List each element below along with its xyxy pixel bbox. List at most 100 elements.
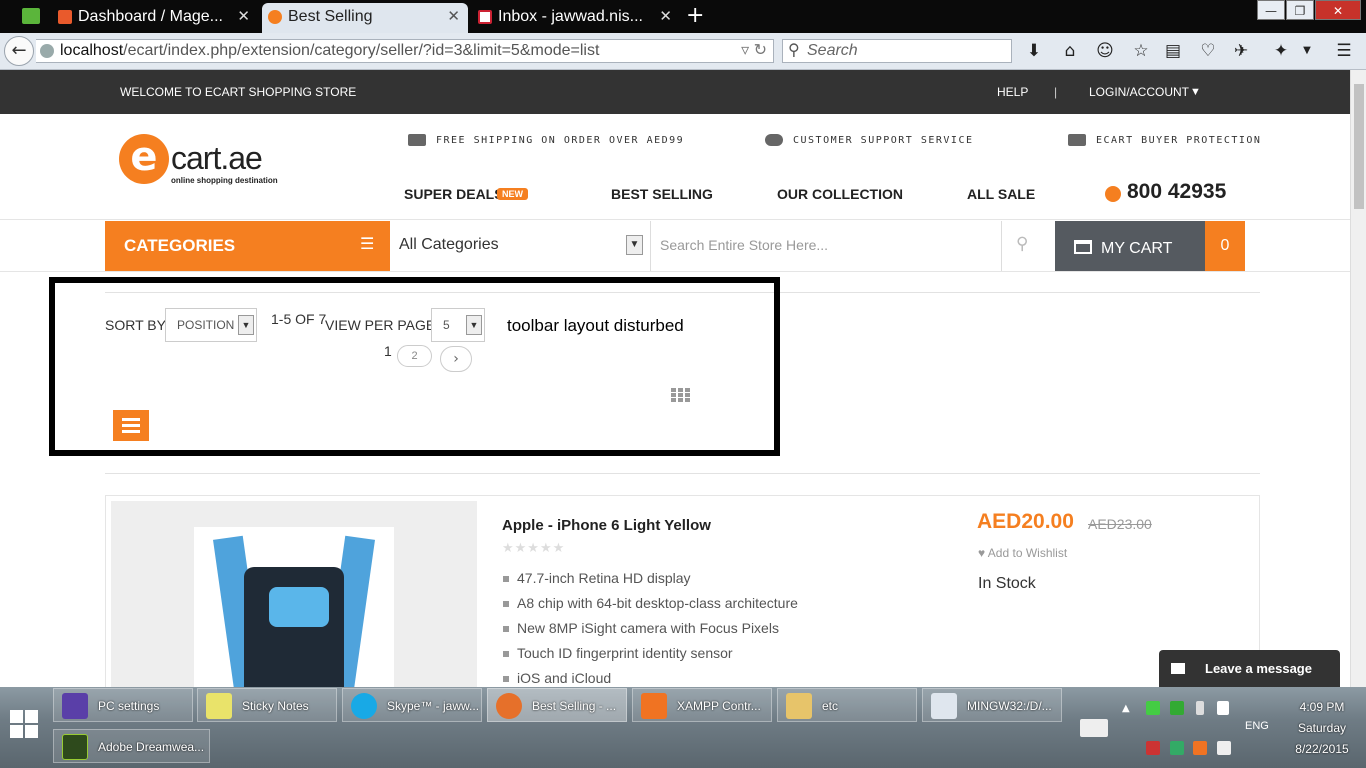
chevron-down-icon[interactable]: ▼ bbox=[1296, 40, 1318, 62]
minimize-button[interactable]: — bbox=[1257, 0, 1285, 20]
mute-icon[interactable] bbox=[1146, 741, 1160, 755]
taskbar-xampp[interactable]: XAMPP Contr... bbox=[632, 688, 772, 722]
help-link[interactable]: HELP bbox=[997, 70, 1028, 114]
truck-icon bbox=[408, 134, 426, 146]
home-icon[interactable]: ⌂ bbox=[1059, 40, 1081, 62]
dreamweaver-icon bbox=[62, 734, 88, 760]
clock-date: 8/22/2015 bbox=[1295, 742, 1349, 756]
annotation-highlight-box bbox=[49, 277, 780, 456]
phone-icon bbox=[1105, 186, 1121, 202]
tab-inbox[interactable]: Inbox - jawwad.nis... ✕ bbox=[472, 3, 680, 33]
money-icon bbox=[1068, 134, 1086, 146]
taskbar-sticky-notes[interactable]: Sticky Notes bbox=[197, 688, 337, 722]
bookmarks-list-icon[interactable]: ▤ bbox=[1162, 40, 1184, 62]
search-icon[interactable]: ⚲ bbox=[1016, 234, 1028, 254]
gmail-icon bbox=[478, 10, 492, 24]
logo-brand-text: cart.ae bbox=[171, 140, 263, 176]
taskbar-folder-etc[interactable]: etc bbox=[777, 688, 917, 722]
login-account-link[interactable]: LOGIN/ACCOUNT bbox=[1089, 70, 1189, 114]
new-badge: NEW bbox=[497, 188, 528, 200]
flag-icon[interactable] bbox=[1217, 741, 1231, 755]
magento-icon bbox=[58, 10, 72, 24]
dropbox-icon[interactable] bbox=[1170, 701, 1184, 715]
heart-icon: ♥ bbox=[978, 546, 988, 560]
close-tab-icon[interactable]: ✕ bbox=[659, 3, 672, 31]
leave-message-button[interactable]: Leave a message bbox=[1159, 650, 1340, 687]
drive-icon[interactable] bbox=[1170, 741, 1184, 755]
back-button[interactable]: ← bbox=[4, 36, 34, 66]
reload-icon[interactable]: ▿ ↻ bbox=[741, 40, 767, 62]
search-icon: ⚲ bbox=[788, 42, 800, 59]
windows-taskbar: PC settings Sticky Notes Skype™ - jaww..… bbox=[0, 687, 1366, 768]
system-clock[interactable]: 4:09 PM Saturday 8/22/2015 bbox=[1292, 697, 1352, 760]
tab-best-selling[interactable]: Best Selling ✕ bbox=[262, 3, 468, 33]
nav-our-collection[interactable]: OUR COLLECTION bbox=[777, 186, 903, 202]
pocket-icon[interactable]: ♡ bbox=[1197, 40, 1219, 62]
taskbar-pc-settings[interactable]: PC settings bbox=[53, 688, 193, 722]
add-to-wishlist-link[interactable]: ♥ Add to Wishlist bbox=[978, 546, 1067, 560]
promo-buyer-protection: ECART BUYER PROTECTION bbox=[1068, 134, 1261, 146]
speech-bubble-icon bbox=[765, 134, 783, 146]
battery-icon[interactable] bbox=[1196, 701, 1204, 715]
folder-icon bbox=[786, 693, 812, 719]
divider: | bbox=[1054, 85, 1058, 99]
tab-group-icon[interactable] bbox=[22, 8, 40, 24]
feature-item: Touch ID fingerprint identity sensor bbox=[503, 645, 733, 661]
chevron-up-icon[interactable]: ▲ bbox=[1122, 703, 1136, 717]
menu-icon[interactable]: ☰ bbox=[1333, 40, 1355, 62]
url-path: /ecart/index.php/extension/category/sell… bbox=[123, 42, 600, 59]
scrollbar-thumb[interactable] bbox=[1354, 84, 1364, 209]
bookmark-star-icon[interactable]: ☆ bbox=[1130, 40, 1152, 62]
taskbar-dreamweaver[interactable]: Adobe Dreamwea... bbox=[53, 729, 210, 763]
hamburger-icon[interactable]: ☰ bbox=[360, 234, 374, 253]
taskbar-firefox[interactable]: Best Selling - ... bbox=[487, 688, 627, 722]
product-image[interactable] bbox=[194, 527, 394, 687]
tab-dashboard[interactable]: Dashboard / Mage... ✕ bbox=[52, 3, 258, 33]
url-bar[interactable]: localhost/ecart/index.php/extension/cate… bbox=[36, 39, 774, 63]
firefox-icon bbox=[496, 693, 522, 719]
url-host: localhost bbox=[60, 42, 124, 59]
close-tab-icon[interactable]: ✕ bbox=[447, 3, 460, 31]
signal-icon[interactable] bbox=[1217, 701, 1229, 715]
category-select[interactable]: All Categories ▼ bbox=[390, 221, 647, 271]
browser-search-input[interactable]: ⚲ Search bbox=[782, 39, 1012, 63]
close-tab-icon[interactable]: ✕ bbox=[237, 3, 250, 31]
maximize-button[interactable]: ❐ bbox=[1286, 0, 1314, 20]
ecart-favicon-icon bbox=[268, 10, 282, 24]
cart-count-badge[interactable]: 0 bbox=[1205, 221, 1245, 271]
product-price: AED20.00 bbox=[977, 510, 1074, 533]
send-icon[interactable]: ✈ bbox=[1230, 40, 1252, 62]
chat-icon[interactable]: ☺ bbox=[1094, 40, 1116, 62]
globe-icon bbox=[40, 44, 54, 58]
browser-tab-strip: Dashboard / Mage... ✕ Best Selling ✕ Inb… bbox=[0, 0, 1366, 33]
download-icon[interactable]: ⬇ bbox=[1023, 40, 1045, 62]
promo-customer-support: CUSTOMER SUPPORT SERVICE bbox=[765, 134, 974, 146]
welcome-text: WELCOME TO ECART SHOPPING STORE bbox=[120, 85, 357, 99]
taskbar-skype[interactable]: Skype™ - jaww... bbox=[342, 688, 482, 722]
keyboard-icon[interactable] bbox=[1080, 719, 1108, 737]
new-tab-button[interactable]: + bbox=[686, 3, 704, 29]
xampp-tray-icon[interactable] bbox=[1193, 741, 1207, 755]
logo-tagline: online shopping destination bbox=[171, 176, 278, 185]
web-page: WELCOME TO ECART SHOPPING STORE HELP | L… bbox=[0, 70, 1350, 687]
security-shield-icon[interactable] bbox=[1146, 701, 1160, 715]
categories-button[interactable]: CATEGORIES bbox=[105, 221, 390, 271]
xampp-icon bbox=[641, 693, 667, 719]
ecart-logo[interactable]: e cart.ae online shopping destination bbox=[119, 134, 289, 189]
windows-start-icon[interactable] bbox=[10, 710, 40, 740]
gear-icon bbox=[62, 693, 88, 719]
clock-time: 4:09 PM bbox=[1299, 700, 1345, 714]
chevron-down-icon[interactable]: ▼ bbox=[626, 235, 643, 255]
nav-all-sale[interactable]: ALL SALE bbox=[967, 186, 1035, 202]
product-name-link[interactable]: Apple - iPhone 6 Light Yellow bbox=[502, 517, 711, 534]
store-search-input[interactable]: Search Entire Store Here... bbox=[650, 221, 1002, 271]
caret-down-icon[interactable]: ▼ bbox=[1190, 70, 1201, 114]
nav-best-selling[interactable]: BEST SELLING bbox=[611, 186, 713, 202]
taskbar-mingw[interactable]: MINGW32:/D/... bbox=[922, 688, 1062, 722]
close-window-button[interactable]: ✕ bbox=[1315, 0, 1361, 20]
vertical-scrollbar[interactable] bbox=[1350, 70, 1366, 687]
addon-icon[interactable]: ✦ bbox=[1270, 40, 1292, 62]
envelope-icon bbox=[1171, 663, 1185, 674]
nav-super-deals[interactable]: SUPER DEALS bbox=[404, 186, 504, 202]
language-indicator[interactable]: ENG bbox=[1245, 720, 1269, 732]
